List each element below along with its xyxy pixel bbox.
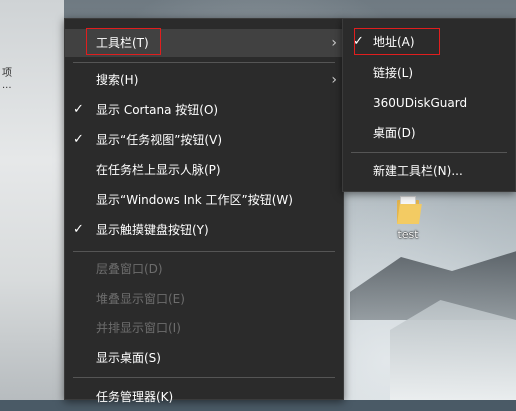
menu-item-show-task-view[interactable]: ✓ 显示“任务视图”按钮(V) xyxy=(65,126,343,154)
chevron-right-icon: › xyxy=(331,72,337,88)
menu-item-label: 在任务栏上显示人脉(P) xyxy=(96,163,221,177)
background-text-fragment: ... xyxy=(2,80,12,91)
annotation-highlight-box xyxy=(354,28,440,55)
menu-item-cascade-windows: 层叠窗口(D) xyxy=(65,255,343,283)
taskbar-context-menu: 工具栏(T) › 搜索(H) › ✓ 显示 Cortana 按钮(O) ✓ 显示… xyxy=(64,18,344,404)
chevron-right-icon: › xyxy=(331,35,337,51)
background-text-fragment: 项 xyxy=(2,68,12,79)
menu-item-label: 搜索(H) xyxy=(96,73,139,87)
menu-item-task-manager[interactable]: 任务管理器(K) xyxy=(65,383,343,411)
submenu-item-new-toolbar[interactable]: 新建工具栏(N)... xyxy=(343,157,515,185)
folder-icon xyxy=(397,196,422,224)
menu-item-show-touch-keyboard[interactable]: ✓ 显示触摸键盘按钮(Y) xyxy=(65,216,343,244)
menu-item-label: 并排显示窗口(I) xyxy=(96,321,181,335)
submenu-item-label: 链接(L) xyxy=(373,66,414,80)
menu-item-show-windows-ink[interactable]: 显示“Windows Ink 工作区”按钮(W) xyxy=(65,186,343,214)
background-window-strip: 项 ... xyxy=(0,0,64,400)
menu-item-side-by-side: 并排显示窗口(I) xyxy=(65,314,343,342)
menu-item-label: 堆叠显示窗口(E) xyxy=(96,292,185,306)
submenu-item-360udiskguard[interactable]: 360UDiskGuard xyxy=(343,89,515,117)
menu-item-label: 层叠窗口(D) xyxy=(96,262,163,276)
menu-separator xyxy=(351,152,507,153)
checkmark-icon: ✓ xyxy=(73,222,84,237)
checkmark-icon: ✓ xyxy=(73,102,84,117)
submenu-item-desktop[interactable]: 桌面(D) xyxy=(343,119,515,147)
menu-item-stack-windows: 堆叠显示窗口(E) xyxy=(65,285,343,313)
annotation-highlight-box xyxy=(86,28,161,55)
menu-item-show-desktop[interactable]: 显示桌面(S) xyxy=(65,344,343,372)
menu-separator xyxy=(73,62,335,63)
menu-item-show-cortana[interactable]: ✓ 显示 Cortana 按钮(O) xyxy=(65,96,343,124)
submenu-item-label: 桌面(D) xyxy=(373,126,416,140)
checkmark-icon: ✓ xyxy=(73,132,84,147)
desktop-item-label: test xyxy=(397,228,419,241)
menu-item-label: 显示桌面(S) xyxy=(96,351,161,365)
submenu-item-links[interactable]: 链接(L) xyxy=(343,59,515,87)
menu-item-label: 显示 Cortana 按钮(O) xyxy=(96,103,219,117)
menu-item-label: 显示触摸键盘按钮(Y) xyxy=(96,223,209,237)
submenu-item-label: 360UDiskGuard xyxy=(373,96,468,110)
menu-item-label: 显示“Windows Ink 工作区”按钮(W) xyxy=(96,193,293,207)
desktop-item-test[interactable]: test xyxy=(388,196,428,241)
menu-item-show-people[interactable]: 在任务栏上显示人脉(P) xyxy=(65,156,343,184)
toolbars-submenu: ✓ 地址(A) 链接(L) 360UDiskGuard 桌面(D) 新建工具栏(… xyxy=(342,18,516,192)
menu-item-label: 显示“任务视图”按钮(V) xyxy=(96,133,223,147)
menu-separator xyxy=(73,251,335,252)
menu-separator xyxy=(73,377,335,378)
menu-item-search[interactable]: 搜索(H) › xyxy=(65,66,343,94)
submenu-item-label: 新建工具栏(N)... xyxy=(373,164,463,178)
menu-item-label: 任务管理器(K) xyxy=(96,390,174,404)
